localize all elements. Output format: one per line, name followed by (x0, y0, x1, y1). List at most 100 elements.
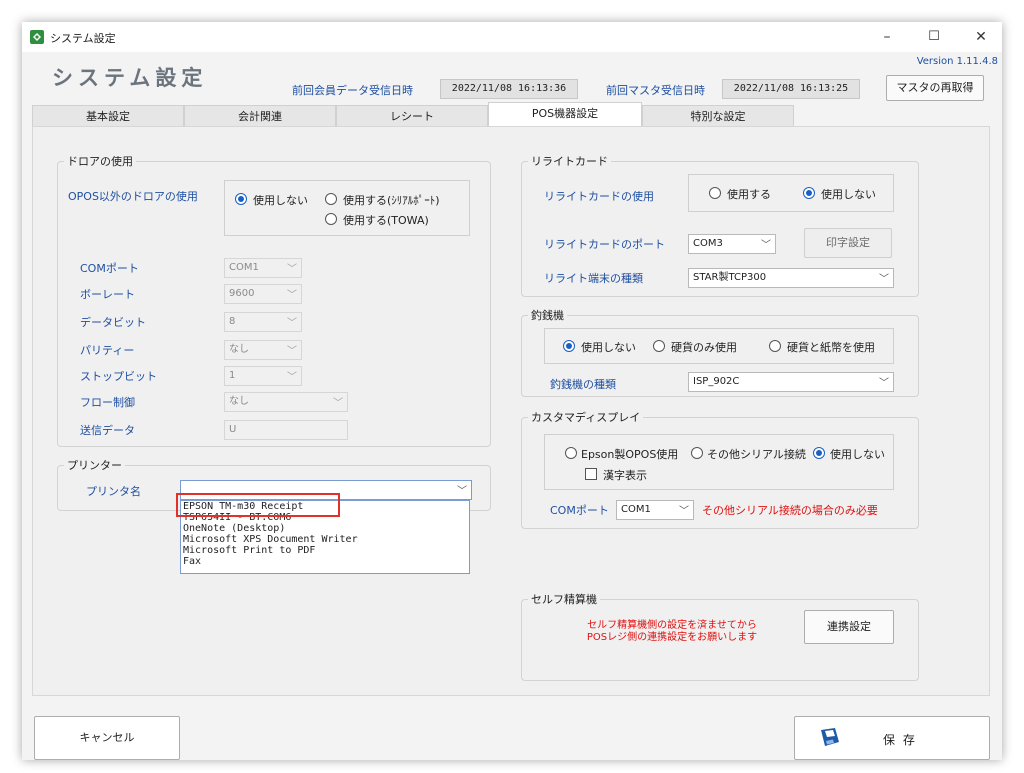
printer-option[interactable]: Microsoft XPS Document Writer (181, 534, 469, 545)
opos-drawer-label: OPOS以外のドロアの使用 (68, 190, 198, 203)
flow-control-label: フロー制御 (80, 396, 135, 409)
changer-radio-coin-only[interactable] (653, 340, 665, 352)
drawer-group: ドロアの使用 OPOS以外のドロアの使用 使用しない 使用する(ｼﾘｱﾙﾎﾟｰﾄ… (57, 153, 491, 447)
display-radio-epson-opos[interactable] (565, 447, 577, 459)
tab-receipt[interactable]: レシート (336, 105, 488, 127)
reload-master-button[interactable]: マスタの再取得 (886, 75, 984, 101)
customer-display-options: Epson製OPOS使用 その他シリアル接続 使用しない 漢字表示 (544, 434, 894, 490)
changer-radio-not-use[interactable] (563, 340, 575, 352)
display-radio-other-serial[interactable] (691, 447, 703, 459)
com-port-label: COMポート (80, 262, 139, 275)
drawer-usage-options: 使用しない 使用する(ｼﾘｱﾙﾎﾟｰﾄ) 使用する(TOWA) (224, 180, 470, 236)
changer-type-select[interactable]: ISP_902C ﹀ (688, 372, 894, 392)
printer-option[interactable]: Fax (181, 556, 469, 567)
pos-device-panel: ドロアの使用 OPOS以外のドロアの使用 使用しない 使用する(ｼﾘｱﾙﾎﾟｰﾄ… (32, 126, 990, 696)
chevron-down-icon: ﹀ (879, 378, 889, 389)
cancel-button[interactable]: キャンセル (34, 716, 180, 760)
chevron-down-icon: ﹀ (287, 346, 297, 357)
parity-select[interactable]: なし ﹀ (224, 340, 302, 360)
rewrite-radio-use[interactable] (709, 187, 721, 199)
chevron-down-icon: ﹀ (287, 290, 297, 301)
display-com-port-label: COMポート (550, 504, 609, 517)
save-button[interactable]: 保 存 (794, 716, 990, 760)
flow-control-select[interactable]: なし ﹀ (224, 392, 348, 412)
drawer-radio-not-used[interactable] (235, 193, 247, 205)
chevron-down-icon: ﹀ (333, 398, 343, 409)
chevron-down-icon: ﹀ (457, 486, 467, 497)
rewrite-card-group: リライトカード リライトカードの使用 使用する 使用しない リライトカードのポー… (521, 153, 919, 297)
customer-display-group-title: カスタマディスプレイ (528, 409, 644, 425)
customer-display-group: カスタマディスプレイ Epson製OPOS使用 その他シリアル接続 使用しない … (521, 409, 919, 529)
send-data-label: 送信データ (80, 424, 135, 437)
rewrite-card-group-title: リライトカード (528, 153, 611, 169)
drawer-option-serial-label: 使用する(ｼﾘｱﾙﾎﾟｰﾄ) (343, 194, 440, 207)
rewrite-card-use-label: リライトカードの使用 (544, 190, 654, 203)
changer-option-coin-only-label: 硬貨のみ使用 (671, 341, 737, 354)
drawer-radio-serial[interactable] (325, 193, 337, 205)
floppy-disk-icon (821, 728, 839, 746)
parity-value: なし (229, 344, 249, 355)
rewrite-option-use-label: 使用する (727, 188, 771, 201)
highlight-box (176, 493, 340, 517)
tab-special[interactable]: 特別な設定 (642, 105, 794, 127)
data-bits-select[interactable]: 8 ﹀ (224, 312, 302, 332)
print-settings-button[interactable]: 印字設定 (804, 228, 892, 258)
maximize-icon[interactable]: ☐ (919, 27, 949, 47)
tab-basic[interactable]: 基本設定 (32, 105, 184, 127)
baud-rate-value: 9600 (229, 288, 255, 299)
member-received-label: 前回会員データ受信日時 (292, 84, 413, 97)
stop-bits-select[interactable]: 1 ﹀ (224, 366, 302, 386)
master-received-label: 前回マスタ受信日時 (606, 84, 705, 97)
link-settings-button[interactable]: 連携設定 (804, 610, 894, 644)
rewrite-port-value: COM3 (693, 238, 723, 249)
printer-option[interactable]: Microsoft Print to PDF (181, 545, 469, 556)
chevron-down-icon: ﹀ (287, 318, 297, 329)
display-radio-not-use[interactable] (813, 447, 825, 459)
flow-control-value: なし (229, 396, 249, 407)
self-checkout-group: セルフ精算機 セルフ精算機側の設定を済ませてから POSレジ側の連携設定をお願い… (521, 591, 919, 681)
changer-type-label: 釣銭機の種類 (550, 378, 616, 391)
display-option-other-serial-label: その他シリアル接続 (707, 448, 806, 461)
save-button-label: 保 存 (883, 733, 917, 747)
baud-rate-label: ボーレート (80, 288, 135, 301)
system-settings-window: システム設定 – ☐ ✕ システム設定 Version 1.11.4.8 前回会… (22, 22, 1002, 760)
com-port-select[interactable]: COM1 ﹀ (224, 258, 302, 278)
send-data-input[interactable]: U (224, 420, 348, 440)
rewrite-port-select[interactable]: COM3 ﹀ (688, 234, 776, 254)
change-machine-options: 使用しない 硬貨のみ使用 硬貨と紙幣を使用 (544, 328, 894, 364)
kanji-display-checkbox[interactable] (585, 468, 597, 480)
chevron-down-icon: ﹀ (287, 264, 297, 275)
minimize-icon[interactable]: – (872, 27, 902, 47)
display-option-not-use-label: 使用しない (830, 448, 885, 461)
tab-accounting[interactable]: 会計関連 (184, 105, 336, 127)
rewrite-card-use-options: 使用する 使用しない (688, 174, 894, 212)
chevron-down-icon: ﹀ (287, 372, 297, 383)
app-icon (30, 30, 44, 44)
printer-option[interactable]: OneNote (Desktop) (181, 523, 469, 534)
rewrite-terminal-select[interactable]: STAR製TCP300 ﹀ (688, 268, 894, 288)
rewrite-radio-not-use[interactable] (803, 187, 815, 199)
rewrite-port-label: リライトカードのポート (544, 238, 665, 251)
drawer-group-title: ドロアの使用 (64, 153, 136, 169)
window-title: システム設定 (50, 32, 116, 45)
drawer-radio-towa[interactable] (325, 213, 337, 225)
changer-option-not-use-label: 使用しない (581, 341, 636, 354)
drawer-option-towa-label: 使用する(TOWA) (343, 214, 429, 227)
printer-name-label: プリンタ名 (86, 485, 141, 498)
display-option-epson-opos-label: Epson製OPOS使用 (581, 448, 679, 461)
close-icon[interactable]: ✕ (966, 27, 996, 47)
changer-option-coin-bill-label: 硬貨と紙幣を使用 (787, 341, 875, 354)
changer-radio-coin-bill[interactable] (769, 340, 781, 352)
member-received-value: 2022/11/08 16:13:36 (440, 79, 578, 99)
baud-rate-select[interactable]: 9600 ﹀ (224, 284, 302, 304)
parity-label: パリティー (80, 344, 135, 357)
self-checkout-group-title: セルフ精算機 (528, 591, 600, 607)
display-com-port-select[interactable]: COM1 ﹀ (616, 500, 694, 520)
send-data-value: U (229, 424, 237, 435)
rewrite-terminal-label: リライト端末の種類 (544, 272, 643, 285)
tab-pos-devices[interactable]: POS機器設定 (488, 102, 642, 127)
rewrite-terminal-value: STAR製TCP300 (693, 272, 767, 283)
serial-only-note: その他シリアル接続の場合のみ必要 (702, 504, 878, 517)
tab-bar: 基本設定 会計関連 レシート POS機器設定 特別な設定 (32, 102, 794, 127)
chevron-down-icon: ﹀ (879, 274, 889, 285)
